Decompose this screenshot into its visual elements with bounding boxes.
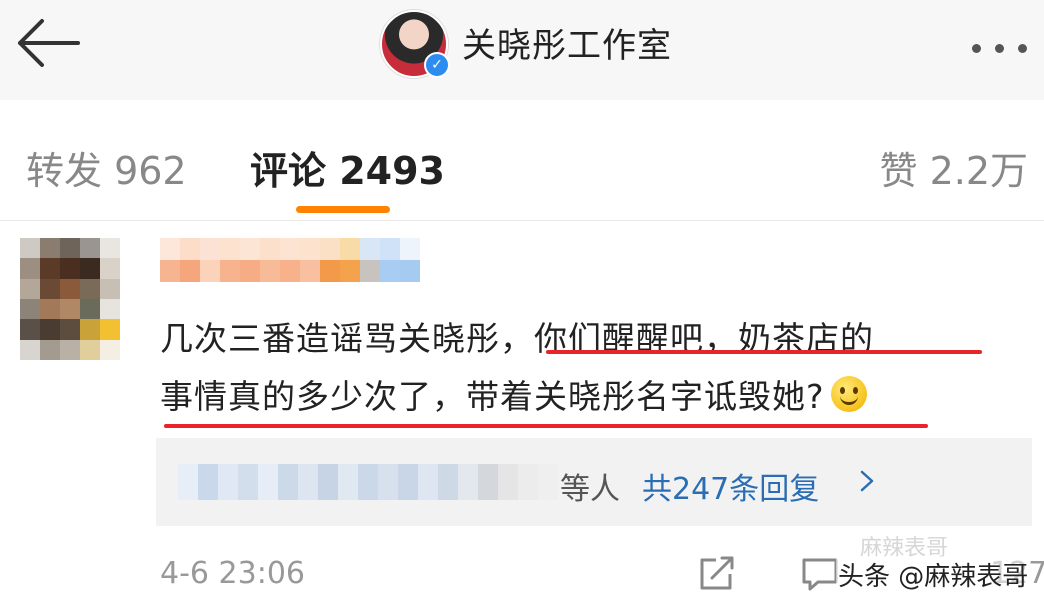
comment-icon[interactable] xyxy=(800,556,840,592)
comment-text-line2-content: 事情真的多少次了，带着关晓彤名字诋毁她? xyxy=(160,377,825,416)
tab-like[interactable]: 赞 2.2万 xyxy=(879,140,1028,195)
watermark-toutiao: 头条 @麻辣表哥 xyxy=(836,556,1031,593)
tab-comment[interactable]: 评论 2493 xyxy=(250,140,445,195)
tab-bar: 转发 962 评论 2493 赞 2.2万 xyxy=(0,100,1044,220)
view-replies-link[interactable]: 共247条回复 xyxy=(642,464,819,508)
red-underline-annotation xyxy=(546,350,982,354)
reply-users-blurred xyxy=(178,464,558,500)
replies-preview[interactable]: 等人 共247条回复 xyxy=(156,438,1032,526)
comment-body: 几次三番造谣骂关晓彤，你们醒醒吧，奶茶店的 事情真的多少次了，带着关晓彤名字诋毁… xyxy=(160,310,1020,426)
tab-active-indicator xyxy=(296,206,390,213)
share-icon[interactable] xyxy=(696,556,736,592)
verified-icon: ✓ xyxy=(424,52,450,78)
tab-repost[interactable]: 转发 962 xyxy=(26,140,187,195)
top-bar: ✓ 关晓彤工作室 xyxy=(0,0,1044,100)
smile-emoji-icon xyxy=(830,376,867,412)
chevron-right-icon[interactable] xyxy=(858,470,876,492)
reply-users-suffix: 等人 xyxy=(560,472,620,507)
page-title[interactable]: 关晓彤工作室 xyxy=(462,18,672,67)
commenter-avatar[interactable] xyxy=(20,238,120,360)
comment-timestamp: 4-6 23:06 xyxy=(160,556,305,591)
comment-text-line1: 几次三番造谣骂关晓彤，你们醒醒吧，奶茶店的 xyxy=(160,319,874,358)
back-arrow-icon[interactable] xyxy=(14,18,84,68)
red-underline-annotation xyxy=(164,424,928,428)
divider xyxy=(0,220,1044,221)
username-blurred[interactable] xyxy=(160,238,420,282)
comment-text-line2: 事情真的多少次了，带着关晓彤名字诋毁她? xyxy=(160,368,1020,426)
more-icon[interactable] xyxy=(972,38,1042,53)
